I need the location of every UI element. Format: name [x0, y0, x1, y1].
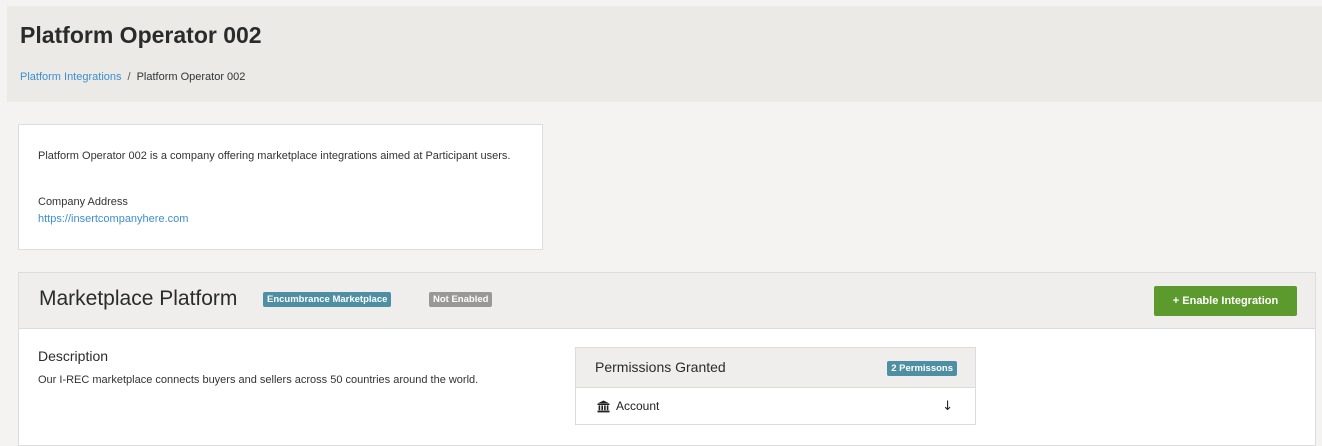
enable-integration-button[interactable]: + Enable Integration: [1154, 286, 1297, 316]
permissions-box: Permissions Granted 2 Permissons Account…: [575, 347, 976, 425]
page-header: Platform Operator 002 Platform Integrati…: [7, 6, 1322, 102]
company-address-label: Company Address: [38, 196, 128, 208]
breadcrumb-link-platform-integrations[interactable]: Platform Integrations: [20, 71, 122, 83]
permissions-title: Permissions Granted: [595, 359, 726, 375]
company-info-card: Platform Operator 002 is a company offer…: [18, 124, 543, 250]
company-address-link[interactable]: https://insertcompanyhere.com: [38, 213, 188, 225]
permissions-count-badge: 2 Permissons: [887, 361, 957, 376]
breadcrumb: Platform Integrations / Platform Operator …: [20, 71, 245, 83]
marketplace-platform-panel: Marketplace Platform Encumbrance Marketp…: [18, 272, 1316, 446]
arrow-down-icon[interactable]: ↓: [942, 399, 953, 414]
integration-status-badge: Not Enabled: [429, 292, 493, 307]
description-heading: Description: [38, 348, 109, 364]
platform-type-badge: Encumbrance Marketplace: [263, 292, 392, 307]
description-text: Our I-REC marketplace connects buyers an…: [38, 374, 479, 386]
breadcrumb-separator: /: [127, 71, 131, 83]
permission-item-account[interactable]: Account ↓: [576, 388, 975, 424]
company-description: Platform Operator 002 is a company offer…: [38, 150, 511, 162]
breadcrumb-current: Platform Operator 002: [136, 71, 246, 83]
page-title: Platform Operator 002: [20, 22, 262, 48]
platform-panel-header: Marketplace Platform Encumbrance Marketp…: [19, 273, 1315, 329]
permissions-header: Permissions Granted 2 Permissons: [576, 348, 975, 388]
permission-item-label: Account: [616, 399, 660, 413]
platform-title: Marketplace Platform: [39, 287, 238, 310]
bank-icon: [597, 400, 610, 413]
